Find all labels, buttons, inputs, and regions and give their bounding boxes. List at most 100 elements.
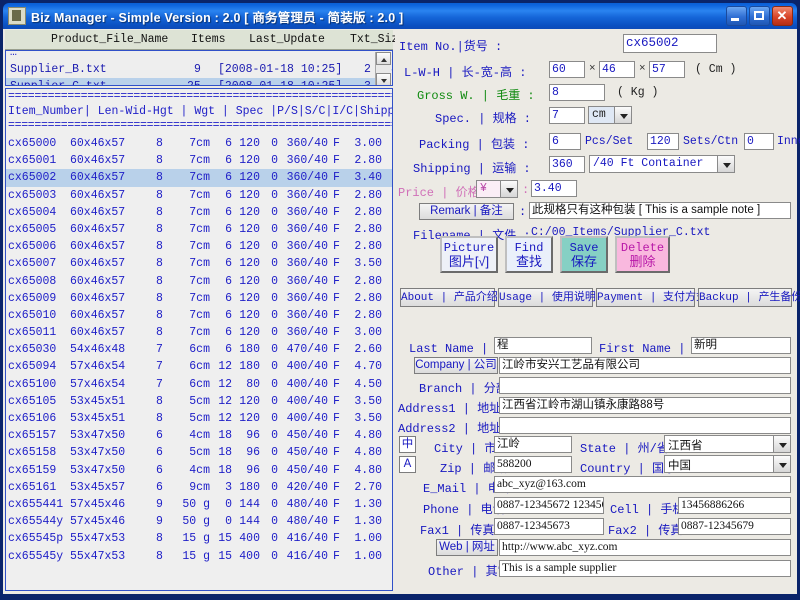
sets-per-ctn-input[interactable]: 120 [647,133,679,150]
branch-input[interactable] [499,377,791,394]
file-row[interactable]: Supplier_B.txt 9 [2008-01-18 10:25] 2 KB [6,61,392,78]
other-input[interactable]: This is a sample supplier [499,560,791,577]
width-input[interactable]: 46 [599,61,635,78]
chevron-down-icon[interactable] [773,436,790,452]
col-last-update: Last_Update [249,33,325,46]
chevron-down-icon[interactable] [500,181,517,197]
item-row[interactable]: cx65100 57x46x54 7 6cm 12 80 0 400/40 F 4.50 [6,376,392,393]
item-lwh: 54x46x48 [70,343,126,357]
item-row[interactable]: cx65000 60x46x57 8 7cm 6 120 0 360/40 F 3.00 [6,135,392,152]
item-row[interactable]: cx65158 53x47x50 6 5cm 18 96 0 450/40 F 4.80 [6,444,392,461]
state-combo[interactable]: 江西省 [664,435,791,453]
web-button[interactable]: Web | 网址 [436,539,498,556]
tab-backup[interactable]: Backup | 产生备份 [698,288,800,307]
item-shipping: 450/40 [286,446,328,460]
lang-english-toggle[interactable]: A [399,456,416,473]
scroll-up-icon[interactable] [376,52,391,65]
item-row[interactable]: cx65011 60x46x57 8 7cm 6 120 0 360/40 F 3.00 [6,324,392,341]
length-input[interactable]: 60 [549,61,585,78]
save-button[interactable]: Save 保存 [560,236,608,273]
item-price: 3.00 [354,326,382,340]
item-spec: 7cm [189,222,210,236]
company-button[interactable]: Company | 公司 [414,357,498,374]
chevron-down-icon[interactable] [773,456,790,472]
tab-payment[interactable]: Payment | 支付方式 [596,288,707,307]
scroll-down-icon[interactable] [376,73,391,85]
item-row[interactable]: cx65545p 55x47x53 8 15 g 15 400 0 416/40 F 1.00 [6,530,392,547]
remark-button[interactable]: Remark | 备注 [419,203,514,220]
remark-input[interactable]: 此规格只有这种包装 [ This is a sample note ] [529,202,791,219]
item-row[interactable]: cx655441 57x45x46 9 50 g 0 144 0 480/40 F 1.30 [6,496,392,513]
item-row[interactable]: cx65105 53x45x51 8 5cm 12 120 0 400/40 F 3.50 [6,393,392,410]
item-row[interactable]: cx65545y 55x47x53 8 15 g 15 400 0 416/40 F 1.00 [6,548,392,565]
lang-chinese-toggle[interactable]: 中 [399,436,416,453]
spec-input[interactable]: 7 [549,107,585,124]
spec-unit-combo[interactable]: cm [588,106,632,124]
zip-input[interactable]: 588200 [494,456,572,473]
item-row[interactable]: cx65157 53x47x50 6 4cm 18 96 0 450/40 F 4.80 [6,427,392,444]
item-row[interactable]: cx65009 60x46x57 8 7cm 6 120 0 360/40 F 2.80 [6,290,392,307]
item-ps: 12 [218,377,232,391]
web-input[interactable]: http://www.abc_xyz.com [499,539,791,556]
find-button[interactable]: Find 查找 [505,236,553,273]
picture-button[interactable]: Picture 图片[√] [440,236,498,273]
price-input[interactable]: 3.40 [531,180,577,197]
minimize-button[interactable] [726,6,747,26]
currency-combo[interactable]: ¥ [476,180,518,198]
item-no-input[interactable]: cx65002 [623,34,717,53]
chevron-down-icon[interactable] [717,156,734,172]
item-row[interactable]: cx65007 60x46x57 8 7cm 6 120 0 360/40 F 3.50 [6,255,392,272]
first-name-input[interactable]: 新明 [691,337,791,354]
address2-input[interactable] [499,417,791,434]
item-row[interactable]: cx65005 60x46x57 8 7cm 6 120 0 360/40 F 2.80 [6,221,392,238]
item-ic: 0 [271,360,278,374]
fax1-input[interactable]: 0887-12345673 [494,518,604,535]
item-sc: 96 [246,429,260,443]
file-row-selected[interactable]: Supplier_C.txt 25 [2008-01-18 10:25] 3 K… [6,78,392,85]
item-row[interactable]: cx65544y 57x45x46 9 50 g 0 144 0 480/40 F 1.30 [6,513,392,530]
file-row[interactable]: … [6,51,376,61]
item-row[interactable]: cx65106 53x45x51 8 5cm 12 120 0 400/40 F 3.50 [6,410,392,427]
item-lwh: 60x46x57 [70,291,126,305]
item-weight: 6 [156,446,163,460]
file-list[interactable]: … Supplier_B.txt 9 [2008-01-18 10:25] 2 … [5,50,393,86]
item-row[interactable]: cx65004 60x46x57 8 7cm 6 120 0 360/40 F 2.80 [6,204,392,221]
maximize-button[interactable] [749,6,770,26]
item-row[interactable]: cx65161 53x45x57 6 9cm 3 180 0 420/40 F 2.70 [6,479,392,496]
item-row[interactable]: cx65003 60x46x57 8 7cm 6 120 0 360/40 F 2.80 [6,187,392,204]
last-name-input[interactable]: 程 [494,337,592,354]
item-ic: 0 [271,515,278,529]
tab-usage[interactable]: Usage | 使用说明 [498,288,596,307]
pcs-per-set-input[interactable]: 6 [549,133,581,150]
city-input[interactable]: 江岭 [494,436,572,453]
email-input[interactable]: abc_xyz@163.com [494,476,791,493]
item-row[interactable]: cx65008 60x46x57 8 7cm 6 120 0 360/40 F 2.80 [6,273,392,290]
close-button[interactable]: ✕ [772,6,793,26]
phone-input[interactable]: 0887-12345672 12345675 [494,497,604,514]
item-row[interactable]: cx65010 60x46x57 8 7cm 6 120 0 360/40 F 2.80 [6,307,392,324]
item-row[interactable]: cx65094 57x46x54 7 6cm 12 180 0 400/40 F 4.70 [6,358,392,375]
item-spec: 7cm [189,291,210,305]
item-list[interactable]: ========================================… [5,88,393,591]
file-list-scrollbar[interactable] [375,52,391,85]
tab-about[interactable]: About | 产品介绍 [400,288,498,307]
address1-input[interactable]: 江西省江岭市湖山镇永康路88号 [499,397,791,414]
fax2-input[interactable]: 0887-12345679 [678,518,791,535]
height-input[interactable]: 57 [649,61,685,78]
item-shipping: 400/40 [286,377,328,391]
item-row-selected[interactable]: cx65002 60x46x57 8 7cm 6 120 0 360/40 F 3.40 [6,169,392,187]
container-combo[interactable]: /40 Ft Container [589,155,735,173]
item-row[interactable]: cx65006 60x46x57 8 7cm 6 120 0 360/40 F 2.80 [6,238,392,255]
chevron-down-icon[interactable] [614,107,631,123]
cell-input[interactable]: 13456886266 [678,497,791,514]
gross-weight-input[interactable]: 8 [549,84,605,101]
country-combo[interactable]: 中国 [664,455,791,473]
company-input[interactable]: 江岭市安兴工艺品有限公司 [499,357,791,374]
shipping-input[interactable]: 360 [549,156,585,173]
delete-button[interactable]: Delete 删除 [615,236,670,273]
item-row[interactable]: cx65030 54x46x48 7 6cm 6 180 0 470/40 F 2.60 [6,341,392,358]
inner-per-ctn-input[interactable]: 0 [744,133,774,150]
item-row[interactable]: cx65001 60x46x57 8 7cm 6 120 0 360/40 F 2.80 [6,152,392,169]
item-ps: 6 [225,291,232,305]
item-row[interactable]: cx65159 53x47x50 6 4cm 18 96 0 450/40 F 4.80 [6,462,392,479]
